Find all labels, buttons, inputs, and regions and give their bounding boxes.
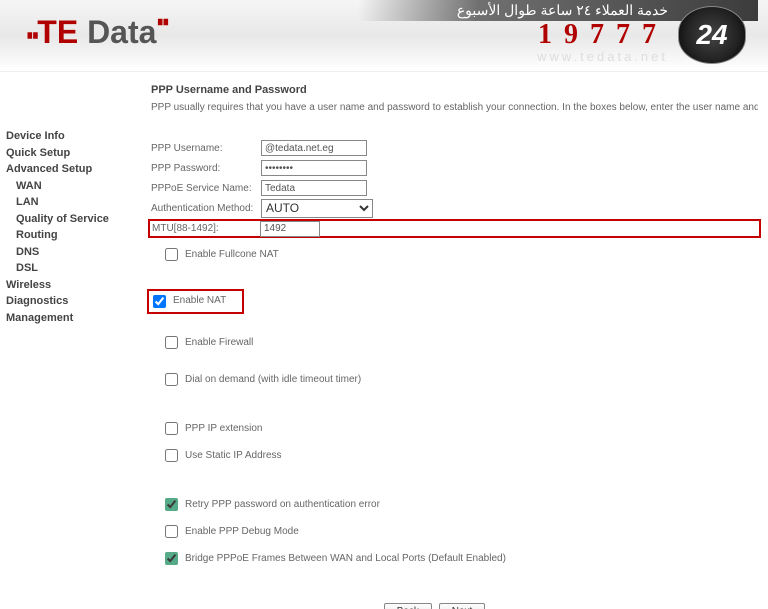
bridge-pppoe-label: Bridge PPPoE Frames Between WAN and Loca… [185,553,506,564]
sidebar-item-device-info[interactable]: Device Info [6,128,131,145]
bridge-pppoe-checkbox[interactable] [165,552,178,565]
fullcone-nat-label: Enable Fullcone NAT [185,249,279,260]
sidebar-item-advanced-setup[interactable]: Advanced Setup [6,161,131,178]
mtu-row-highlight: MTU[88-1492]: [148,219,761,238]
mtu-label: MTU[88-1492]: [152,223,260,234]
service-name-input[interactable] [261,180,367,196]
back-button[interactable]: Back [384,603,432,609]
sidebar-item-lan[interactable]: LAN [6,194,131,211]
ppp-ip-ext-label: PPP IP extension [185,423,262,434]
static-ip-checkbox[interactable] [165,449,178,462]
page-desc: PPP usually requires that you have a use… [151,102,758,113]
sidebar-item-dsl[interactable]: DSL [6,260,131,277]
page-title: PPP Username and Password [151,84,758,96]
tedata-logo: ∎∎TE Data∎∎ [26,14,168,51]
sidebar-item-qos[interactable]: Quality of Service [6,211,131,228]
banner-right: خدمة العملاء ٢٤ ساعة طوال الأسبوع 19777 … [358,0,758,72]
static-ip-label: Use Static IP Address [185,450,282,461]
debug-mode-label: Enable PPP Debug Mode [185,526,299,537]
sidebar-item-diagnostics[interactable]: Diagnostics [6,293,131,310]
sidebar-item-dns[interactable]: DNS [6,244,131,261]
top-banner: ∎∎TE Data∎∎ خدمة العملاء ٢٤ ساعة طوال ال… [0,0,768,72]
firewall-checkbox[interactable] [165,336,178,349]
sidebar-item-management[interactable]: Management [6,310,131,327]
sidebar-item-wan[interactable]: WAN [6,178,131,195]
enable-nat-highlight: Enable NAT [147,289,244,314]
sidebar-item-quick-setup[interactable]: Quick Setup [6,145,131,162]
fullcone-nat-checkbox[interactable] [165,248,178,261]
sidebar-item-wireless[interactable]: Wireless [6,277,131,294]
mtu-input[interactable] [260,221,320,237]
auth-method-select[interactable]: AUTO [261,199,373,218]
badge-24-icon: 24 [678,6,746,64]
ppp-password-input[interactable] [261,160,367,176]
main-content: PPP Username and Password PPP usually re… [135,72,768,609]
sidebar: Device Info Quick Setup Advanced Setup W… [0,72,135,609]
ppp-ip-ext-checkbox[interactable] [165,422,178,435]
next-button[interactable]: Next [439,603,486,609]
ppp-username-input[interactable] [261,140,367,156]
firewall-label: Enable Firewall [185,337,253,348]
retry-ppp-label: Retry PPP password on authentication err… [185,499,380,510]
enable-nat-checkbox[interactable] [153,295,166,308]
dial-on-demand-label: Dial on demand (with idle timeout timer) [185,374,361,385]
auth-method-label: Authentication Method: [151,203,261,214]
retry-ppp-checkbox[interactable] [165,498,178,511]
ppp-password-label: PPP Password: [151,163,261,174]
sidebar-item-routing[interactable]: Routing [6,227,131,244]
ppp-username-label: PPP Username: [151,143,261,154]
service-name-label: PPPoE Service Name: [151,183,261,194]
dial-on-demand-checkbox[interactable] [165,373,178,386]
enable-nat-label: Enable NAT [173,295,226,308]
debug-mode-checkbox[interactable] [165,525,178,538]
